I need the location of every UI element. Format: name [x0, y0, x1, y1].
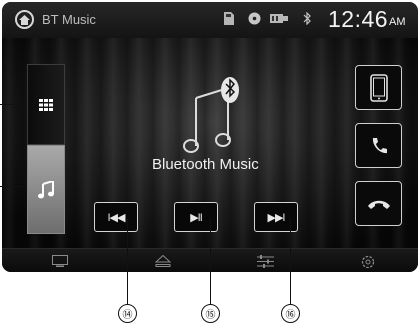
- home-icon: [19, 14, 30, 25]
- next-track-button[interactable]: ▶▶I: [254, 202, 298, 232]
- callout-15: ⑮: [201, 304, 220, 323]
- eject-icon[interactable]: [155, 255, 171, 268]
- call-button[interactable]: [355, 123, 402, 168]
- status-bar: BT Music 12:46 AM: [2, 2, 418, 38]
- skip-previous-icon: I◀◀: [107, 211, 126, 224]
- music-source-button[interactable]: [27, 145, 65, 234]
- phone-call-icon: [372, 137, 387, 153]
- grid-menu-icon: [39, 98, 53, 111]
- bluetooth-music-art: [183, 77, 239, 153]
- equalizer-icon[interactable]: [257, 255, 274, 268]
- sd-card-icon: [224, 12, 234, 25]
- display-icon[interactable]: [52, 255, 68, 268]
- callout-16: ⑯: [281, 304, 300, 323]
- clock-time: 12:46: [328, 6, 389, 32]
- music-note-icon: [38, 180, 54, 198]
- skip-next-icon: ▶▶I: [267, 211, 286, 224]
- source-title: BT Music: [42, 12, 96, 27]
- usb-icon: [270, 14, 288, 23]
- clock-ampm: AM: [389, 16, 406, 28]
- callout-line-14: [127, 218, 129, 304]
- phone-device-button[interactable]: [355, 65, 402, 110]
- smartphone-icon: [369, 73, 388, 102]
- track-title: Bluetooth Music: [152, 156, 259, 173]
- end-call-button[interactable]: [355, 181, 402, 226]
- callout-line-menu: [0, 104, 27, 106]
- home-button[interactable]: [15, 10, 34, 29]
- callout-line-16: [290, 218, 292, 304]
- callout-line-music: [0, 186, 27, 188]
- callout-14: ⑭: [118, 304, 137, 323]
- callout-line-15: [210, 218, 212, 304]
- bluetooth-badge-icon: [221, 77, 239, 103]
- hang-up-icon: [367, 200, 390, 209]
- previous-track-button[interactable]: I◀◀: [94, 202, 138, 232]
- play-pause-icon: ▶II: [190, 211, 203, 224]
- menu-button[interactable]: [27, 64, 65, 145]
- play-pause-button[interactable]: ▶II: [174, 202, 218, 232]
- settings-icon[interactable]: [361, 255, 375, 269]
- bluetooth-icon: [303, 12, 311, 25]
- disc-icon: [248, 12, 261, 25]
